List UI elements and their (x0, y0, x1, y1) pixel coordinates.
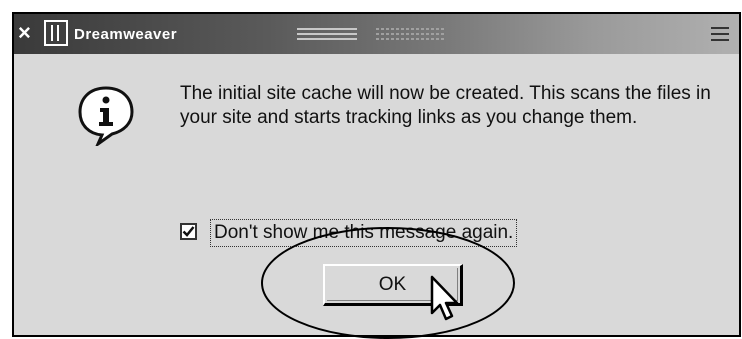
dreamweaver-logo-icon (44, 20, 68, 46)
dialog-message: The initial site cache will now be creat… (180, 83, 711, 128)
title-decoration (297, 28, 357, 40)
mouse-cursor-icon (430, 275, 459, 321)
title-bar: × Dreamweaver (14, 14, 739, 54)
menu-icon[interactable] (709, 24, 731, 44)
highlight-ellipse (261, 227, 515, 339)
checkmark-icon (182, 226, 195, 237)
info-icon (78, 86, 134, 146)
title-decoration (376, 28, 446, 40)
window-title: Dreamweaver (74, 26, 178, 43)
dont-show-again-checkbox[interactable] (180, 223, 197, 240)
close-icon[interactable]: × (18, 22, 31, 44)
